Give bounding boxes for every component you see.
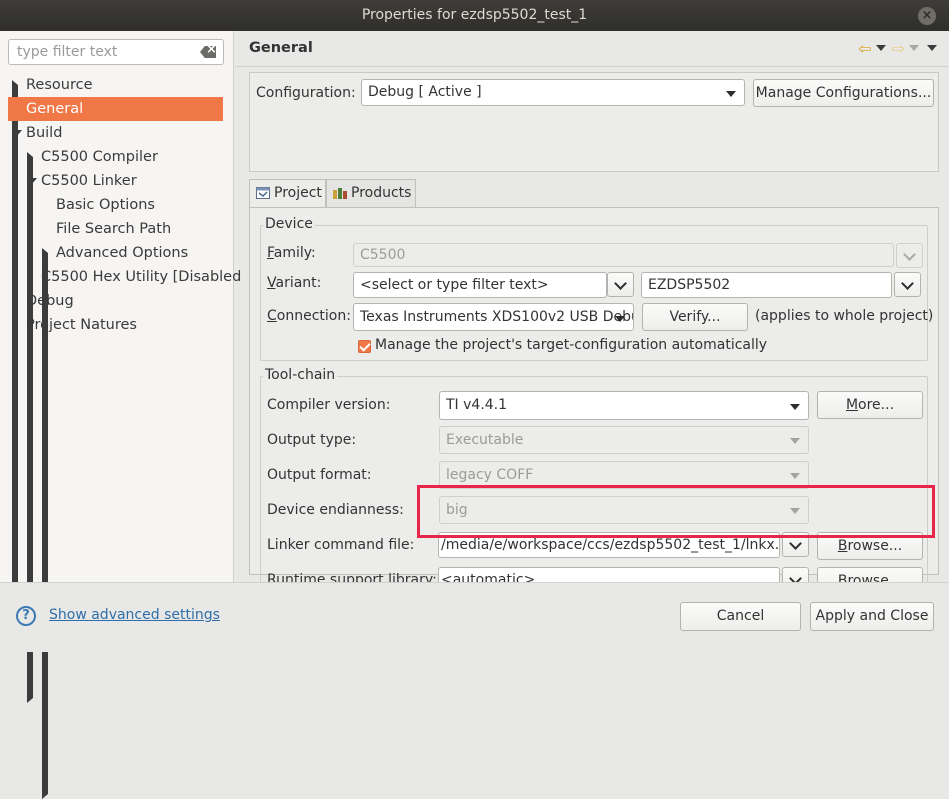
products-icon — [333, 188, 347, 199]
output-type-label: Output type: — [267, 432, 357, 448]
family-label: Family: — [267, 245, 316, 261]
tree-item-label: C5500 Linker — [41, 173, 137, 189]
linker-command-file-label: Linker command file: — [267, 537, 415, 553]
tree-item-label: Build — [26, 125, 63, 141]
cancel-button[interactable]: Cancel — [680, 602, 801, 631]
tree-item-file-search-path[interactable]: File Search Path — [0, 217, 233, 241]
window-titlebar: Properties for ezdsp5502_test_1 × — [0, 0, 949, 31]
tree-item-build[interactable]: Build — [0, 121, 233, 145]
device-group-title: Device — [263, 216, 315, 232]
right-panel: General ⇦ ⇨ Configuration: Debug [ Active… — [235, 31, 949, 602]
connection-value: Texas Instruments XDS100v2 USB Debug Pro… — [360, 309, 633, 325]
variant-select[interactable]: EZDSP5502 — [641, 272, 892, 298]
family-value: C5500 — [360, 247, 406, 263]
apply-and-close-button[interactable]: Apply and Close — [810, 602, 934, 631]
chevron-down-icon — [790, 404, 800, 410]
tree-item-label: Resource — [26, 77, 93, 93]
filter-input[interactable] — [15, 43, 195, 61]
compiler-version-select[interactable]: TI v4.4.1 — [439, 391, 809, 420]
tab-products-label: Products — [351, 185, 412, 201]
tree-item-advanced-options[interactable]: Advanced Options — [0, 241, 233, 799]
compiler-version-label: Compiler version: — [267, 397, 391, 413]
endianness-label: Device endianness: — [267, 502, 404, 518]
variant-dropdown-button[interactable] — [894, 272, 921, 297]
compiler-version-value: TI v4.4.1 — [446, 397, 508, 413]
back-dropdown-icon[interactable] — [875, 44, 886, 51]
expand-arrow-icon[interactable] — [27, 178, 37, 184]
tree-item-label: Debug — [26, 293, 74, 309]
project-icon — [256, 187, 270, 199]
tree-item-c5500-linker[interactable]: C5500 Linker — [0, 169, 233, 193]
connection-select[interactable]: Texas Instruments XDS100v2 USB Debug Pro… — [353, 303, 634, 331]
tree-item-label: File Search Path — [56, 221, 172, 237]
variant-label: Variant: — [267, 275, 322, 291]
applies-note: (applies to whole project) — [755, 308, 934, 324]
tree-item-label: C5500 Compiler — [41, 149, 158, 165]
output-type-value: Executable — [446, 432, 524, 448]
filter-box[interactable] — [8, 39, 224, 65]
help-icon[interactable]: ? — [16, 606, 36, 626]
manage-configurations-button[interactable]: Manage Configurations... — [753, 79, 934, 107]
manage-target-checkbox[interactable] — [358, 340, 371, 353]
output-type-select: Executable — [439, 426, 809, 454]
tree-item-label: C5500 Hex Utility [Disabled — [41, 269, 242, 285]
chevron-down-icon — [615, 316, 625, 322]
variant-filter-text: <select or type filter text> — [360, 277, 549, 293]
expand-arrow-icon[interactable] — [12, 130, 22, 136]
tree-item-label: Advanced Options — [56, 245, 189, 261]
tab-products[interactable]: Products — [326, 179, 416, 207]
settings-tree: Resource General Build C5500 Compiler C5500 … — [0, 73, 241, 799]
chevron-down-icon — [790, 438, 800, 444]
tree-item-debug[interactable]: Debug — [0, 289, 233, 313]
configuration-select[interactable]: Debug [ Active ] — [361, 79, 745, 106]
view-menu-icon[interactable] — [927, 44, 937, 51]
family-dropdown-button — [896, 243, 923, 268]
variant-filter-dropdown-button[interactable] — [607, 272, 634, 297]
variant-value: EZDSP5502 — [648, 277, 731, 293]
configuration-section: Configuration: Debug [ Active ] Manage C… — [249, 72, 939, 172]
tree-item-project-natures[interactable]: Project Natures — [0, 313, 233, 337]
variant-filter-input[interactable]: <select or type filter text> — [353, 272, 607, 298]
tree-item-basic-options[interactable]: Basic Options — [0, 193, 233, 217]
configuration-value: Debug [ Active ] — [368, 84, 482, 100]
clear-filter-icon[interactable] — [200, 46, 216, 58]
configuration-label: Configuration: — [256, 85, 356, 101]
tree-item-label: Project Natures — [26, 317, 137, 333]
history-nav: ⇦ ⇨ — [858, 39, 943, 58]
device-group: Device Family: C5500 Variant: <select or… — [260, 216, 933, 361]
back-arrow-icon[interactable]: ⇦ — [858, 39, 871, 58]
window-title: Properties for ezdsp5502_test_1 — [361, 7, 588, 23]
chevron-down-icon — [726, 91, 736, 97]
chevron-down-icon — [790, 473, 800, 479]
linker-highlight-box — [417, 485, 935, 538]
tree-item-general[interactable]: General — [8, 97, 223, 121]
forward-arrow-icon[interactable]: ⇨ — [892, 39, 905, 58]
family-field: C5500 — [353, 243, 894, 267]
tree-item-c5500-hex-utility-disabled[interactable]: C5500 Hex Utility [Disabled — [0, 265, 241, 289]
dialog-footer: ? Show advanced settings Cancel Apply an… — [0, 582, 949, 652]
manage-target-label: Manage the project's target-configuratio… — [375, 337, 768, 353]
tree-item-label: General — [26, 101, 84, 117]
output-format-value: legacy COFF — [446, 467, 534, 483]
tree-item-c5500-compiler[interactable]: C5500 Compiler — [0, 145, 233, 703]
header-divider — [235, 66, 949, 67]
window-close-icon[interactable]: × — [918, 7, 936, 25]
page-title: General — [249, 40, 313, 56]
show-advanced-settings-link[interactable]: Show advanced settings — [49, 607, 220, 623]
tab-project-label: Project — [274, 185, 322, 201]
verify-button[interactable]: Verify... — [642, 303, 748, 331]
left-panel: Resource General Build C5500 Compiler C5500 … — [0, 31, 241, 799]
forward-dropdown-icon[interactable] — [909, 44, 919, 51]
tree-item-label: Basic Options — [56, 197, 155, 213]
tree-item-resource[interactable]: Resource — [0, 73, 233, 631]
connection-label: Connection: — [267, 308, 351, 324]
toolchain-group-title: Tool-chain — [263, 367, 338, 383]
output-format-label: Output format: — [267, 467, 372, 483]
tab-project[interactable]: Project — [249, 179, 326, 208]
more-button[interactable]: More... — [817, 391, 923, 419]
linker-command-file-value: /media/e/workspace/ccs/ezdsp5502_test_1/… — [441, 537, 780, 553]
